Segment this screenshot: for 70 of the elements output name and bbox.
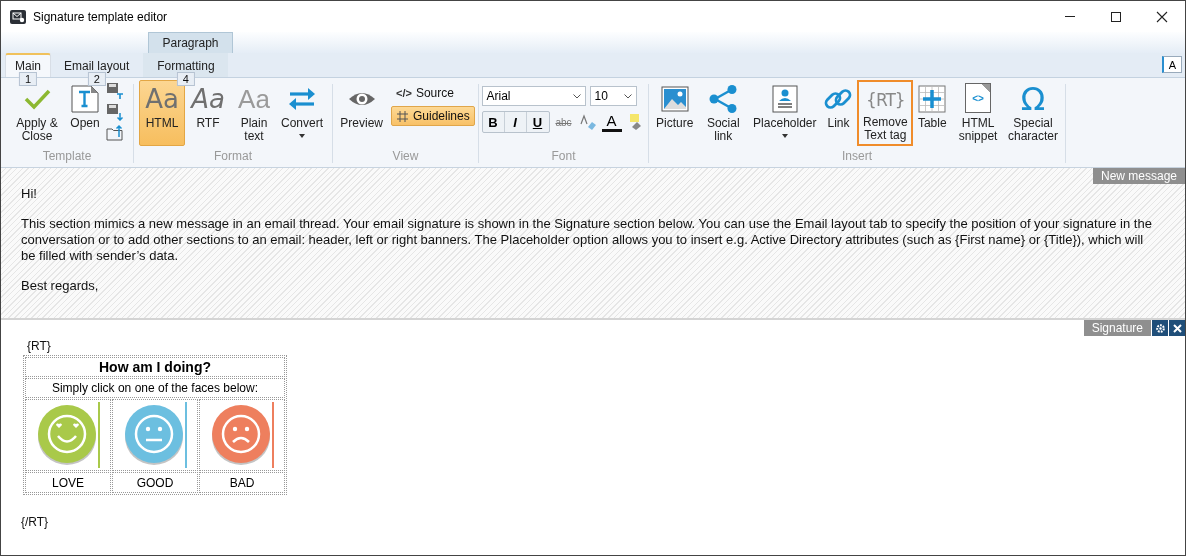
face-button[interactable] <box>123 403 185 467</box>
insert-button[interactable]: Picture <box>653 80 697 146</box>
insert-button[interactable]: Ω Special character <box>1005 80 1061 146</box>
maximize-icon <box>1110 10 1122 23</box>
chevron-down-icon <box>623 93 632 99</box>
group-label: Template <box>42 149 92 163</box>
message-paragraph: This section mimics a new message in an email thread. Your email signature is shown in the Signature section below. You can use the Email layout tab to specify the position of your signature in the conversation or to add other sections to an email: header, left or right banners. The Placeholder option allows you to insert e.g. Active Directory attributes (such as {First name} or {Title}), which will be filled with sender’s data. <box>21 216 1153 264</box>
save-template-button[interactable] <box>105 81 125 101</box>
section-label: New message <box>1092 168 1185 184</box>
group-label: Font <box>551 149 576 163</box>
insert-button[interactable]: Social link <box>696 80 751 146</box>
source-button[interactable]: </> Source <box>391 83 475 103</box>
insert-button[interactable]: Table <box>913 80 952 146</box>
underline-button[interactable]: U <box>526 112 549 132</box>
code-file-icon: <> <box>965 83 992 113</box>
section-label: Signature <box>1083 320 1151 336</box>
close-icon <box>1156 10 1168 23</box>
template-tag: {/RT} <box>21 515 49 529</box>
document-icon <box>69 83 101 115</box>
floppy-icon <box>106 82 124 100</box>
save-down-button[interactable] <box>105 102 125 122</box>
group-label: Insert <box>842 149 872 163</box>
face-button[interactable] <box>210 403 272 467</box>
template-tag: {RT} <box>27 339 51 353</box>
key-tip: 4 <box>176 72 195 86</box>
clear-format-button[interactable] <box>577 112 598 132</box>
font-name-dropdown[interactable]: Arial <box>481 86 586 106</box>
font-size-dropdown[interactable]: 10 <box>589 86 637 106</box>
guidelines-button[interactable]: Guidelines <box>391 106 475 126</box>
group-label: Format <box>214 149 252 163</box>
group-label: View <box>392 149 419 163</box>
insert-button[interactable]: Placeholder <box>750 80 820 146</box>
face-label: LOVE <box>25 472 111 493</box>
table-title: How am I doing? <box>25 357 285 377</box>
settings-button[interactable] <box>1152 320 1168 336</box>
app-icon <box>10 9 26 24</box>
key-tip: 2 <box>87 72 106 86</box>
window-title: Signature template editor <box>33 9 168 24</box>
message-paragraph: Best regards, <box>21 278 100 294</box>
format-button[interactable]: Aa HTML <box>139 80 185 146</box>
gear-icon <box>1154 322 1166 334</box>
key-tip: 1 <box>18 72 38 86</box>
font-color-button[interactable]: A <box>601 112 622 132</box>
table-subtitle: Simply click on one of the faces below: <box>25 378 285 398</box>
strikethrough-button[interactable]: abc <box>553 112 574 132</box>
italic-button[interactable]: I <box>504 112 527 132</box>
preview-button[interactable]: Preview <box>336 80 387 146</box>
face-label: BAD <box>199 472 285 493</box>
table-icon <box>916 83 949 115</box>
bold-button[interactable]: B <box>482 112 505 132</box>
grid-icon <box>396 109 409 123</box>
minimize-icon <box>1065 16 1075 17</box>
context-tab-header: Paragraph <box>148 32 233 53</box>
format-button[interactable]: Aa Plain text <box>231 80 277 146</box>
eraser-icon <box>578 113 597 131</box>
ribbon-corner-button[interactable]: A <box>1162 56 1182 73</box>
convert-button[interactable]: Convert <box>277 80 327 146</box>
picture-icon <box>658 83 691 115</box>
message-paragraph: Hi! <box>21 186 38 202</box>
chevron-down-icon <box>572 93 581 99</box>
insert-button[interactable]: Link <box>819 80 858 146</box>
floppy-icon <box>106 103 124 121</box>
close-icon <box>1172 323 1182 333</box>
insert-button[interactable]: <> HTML snippet <box>951 80 1005 146</box>
face-label: GOOD <box>112 472 198 493</box>
folder-up-button[interactable] <box>105 123 125 143</box>
insert-button[interactable]: {RT} Remove Text tag <box>857 80 914 146</box>
close-section-button[interactable] <box>1169 320 1185 336</box>
folder-icon <box>106 124 124 142</box>
face-button[interactable] <box>36 403 98 467</box>
